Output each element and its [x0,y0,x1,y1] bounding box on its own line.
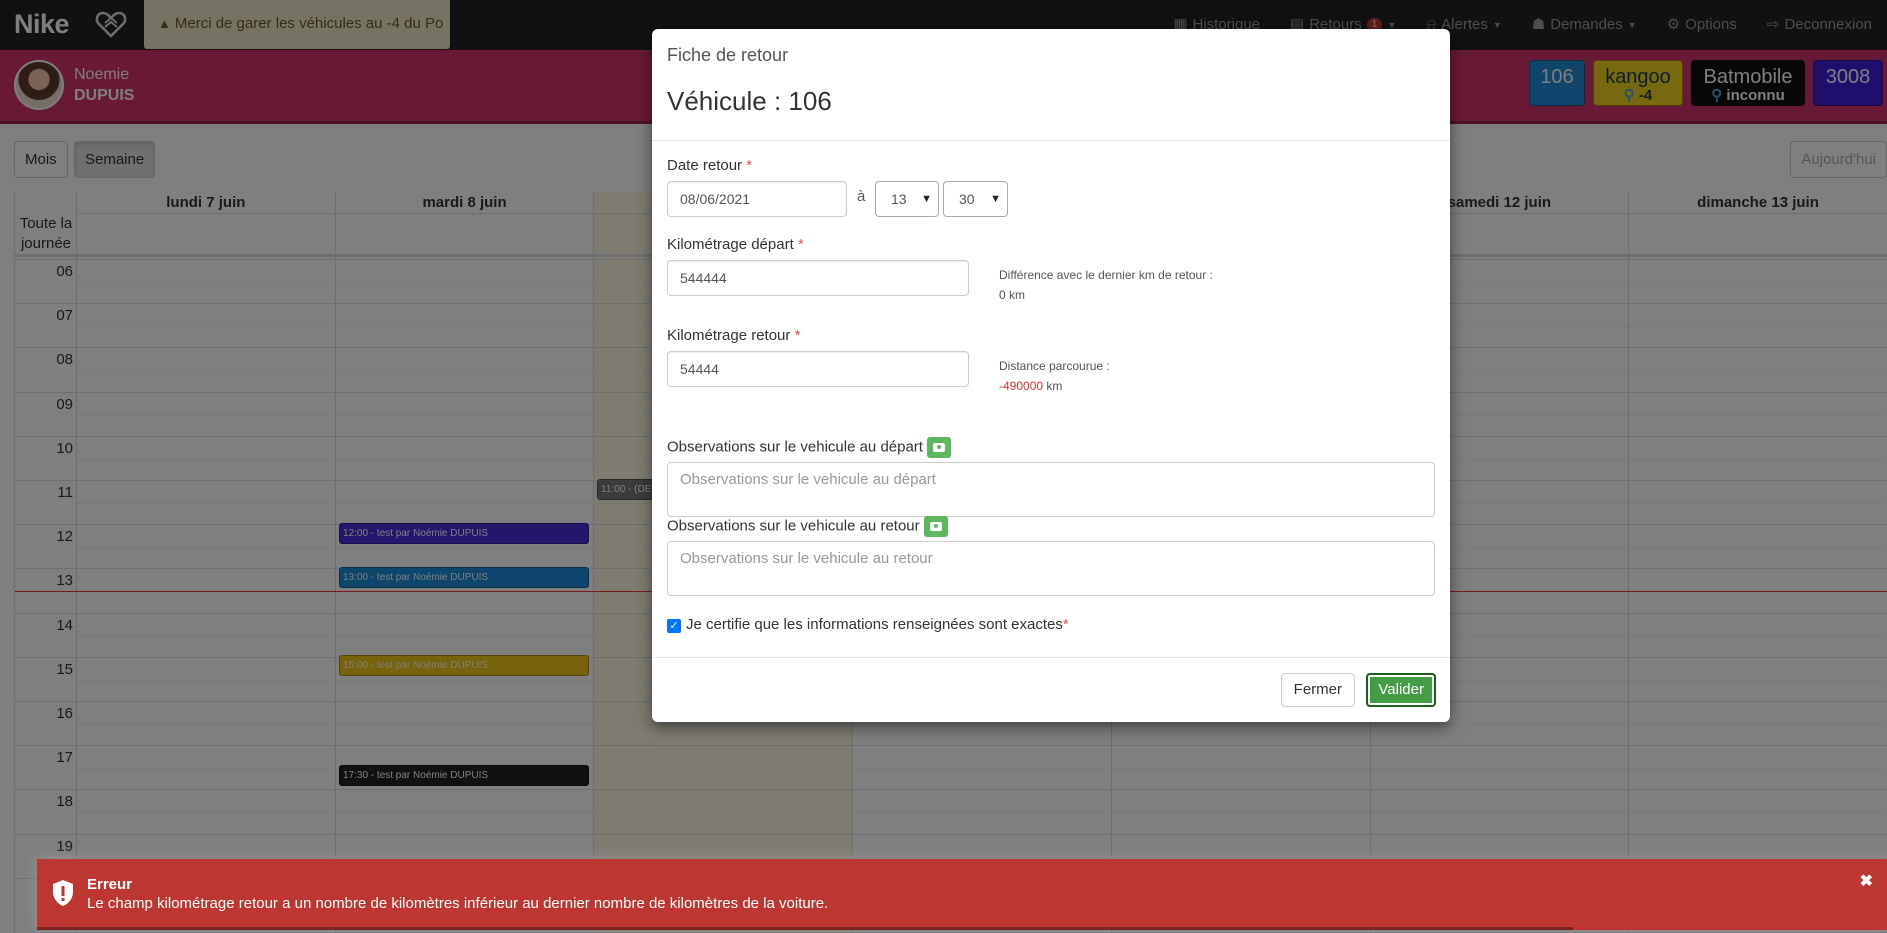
certify-checkbox[interactable]: ✓ [667,619,681,633]
km-diff-value: 0 km [999,288,1026,302]
modal-footer [652,657,1450,658]
modal-header: Fiche de retour Véhicule : 106 [652,29,1450,141]
date-label: Date retour * [667,157,753,174]
km-diff-label: Différence avec le dernier km de retour … [999,268,1213,282]
validate-button[interactable]: Valider [1366,673,1436,707]
distance-value: -490000 km [999,379,1063,393]
return-form-modal: Fiche de retour Véhicule : 106 Date reto… [652,29,1450,722]
certify-label[interactable]: Je certifie que les informations renseig… [686,616,1069,633]
chevron-down-icon: ▼ [921,193,932,205]
close-icon[interactable]: ✖ [1860,871,1873,891]
shield-alert-icon [53,880,73,906]
camera-icon[interactable] [926,437,951,458]
hour-select[interactable]: 13 ▼ [875,181,939,217]
chevron-down-icon: ▼ [990,193,1001,205]
close-button[interactable]: Fermer [1280,673,1355,707]
km-diff-note: Différence avec le dernier km de retour … [999,265,1213,305]
km-retour-input[interactable]: 54444 [667,351,969,387]
modal-vehicle: Véhicule : 106 [667,86,832,116]
camera-icon[interactable] [923,516,948,537]
obs-depart-textarea[interactable]: Observations sur le vehicule au départ [667,462,1435,517]
km-depart-label: Kilométrage départ * [667,236,804,253]
km-retour-label: Kilométrage retour * [667,327,801,344]
modal-title: Fiche de retour [667,45,789,65]
km-depart-input[interactable]: 544444 [667,260,969,296]
minute-select[interactable]: 30 ▼ [943,181,1008,217]
toast-title: Erreur [87,876,133,893]
distance-note: Distance parcourue : -490000 km [999,356,1110,396]
obs-retour-label: Observations sur le vehicule au retour [667,516,948,537]
error-toast: Erreur Le champ kilométrage retour a un … [37,859,1887,930]
toast-message: Le champ kilométrage retour a un nombre … [87,895,829,912]
time-separator: à [857,188,866,205]
obs-retour-textarea[interactable]: Observations sur le vehicule au retour [667,541,1435,596]
distance-label: Distance parcourue : [999,359,1110,373]
date-input[interactable]: 08/06/2021 [667,181,847,217]
obs-depart-label: Observations sur le vehicule au départ [667,437,951,458]
toast-progress-bar [37,927,1573,930]
